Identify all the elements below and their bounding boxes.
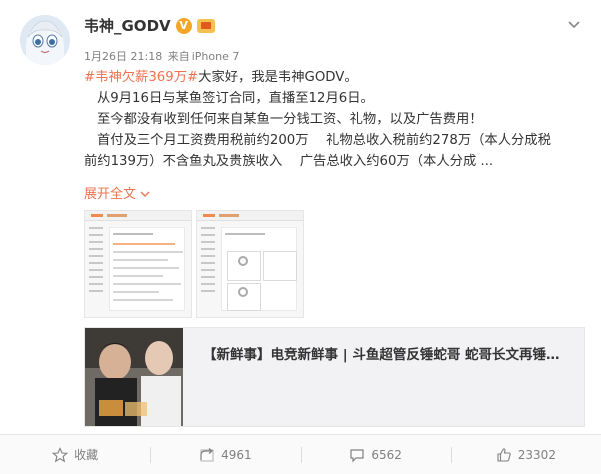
favorite-button[interactable]: 收藏 — [0, 435, 150, 474]
post-timestamp[interactable]: 1月26日 21:18 — [84, 50, 162, 63]
weibo-post-card: 韦神_GODV V 1月26日 21:18 来自 iPhone 7 #韦神欠薪36… — [0, 0, 601, 474]
post-actions-bar: 收藏 4961 6562 23302 — [0, 434, 601, 474]
post-source: iPhone 7 — [191, 50, 240, 63]
expand-full-text-link[interactable]: 展开全文 — [84, 183, 150, 202]
content-line-4: 首付及三个月工资费用税前约200万 礼物总收入税前约278万（本人分成税 — [97, 133, 551, 148]
repost-icon — [199, 447, 215, 463]
author-name[interactable]: 韦神_GODV — [84, 15, 171, 36]
link-card-title[interactable]: 【新鲜事】电竞新鲜事 | 斗鱼超管反锤蛇哥 蛇哥长文再锤… — [203, 343, 560, 363]
post-images — [84, 210, 304, 318]
post-meta: 1月26日 21:18 来自 iPhone 7 — [84, 48, 239, 64]
content-line-2: 从9月16日与某鱼签订合同，直播至12月6日。 — [97, 91, 374, 106]
comment-count: 6562 — [371, 447, 402, 462]
post-image-2[interactable] — [196, 210, 304, 318]
star-icon — [52, 446, 69, 463]
link-card-thumbnail — [85, 328, 183, 426]
source-prefix: 来自 — [167, 50, 190, 63]
repost-count: 4961 — [221, 447, 252, 462]
chevron-down-icon — [140, 187, 150, 202]
hashtag-link[interactable]: #韦神欠薪369万# — [84, 70, 198, 85]
like-count: 23302 — [517, 447, 556, 462]
vip-badge-icon — [196, 18, 215, 33]
author-row: 韦神_GODV V — [84, 15, 215, 36]
content-line-3: 至今都没有收到任何来自某鱼一分钱工资、礼物，以及广告费用！ — [97, 112, 483, 127]
favorite-label: 收藏 — [74, 448, 99, 462]
post-image-1[interactable] — [84, 210, 192, 318]
avatar[interactable] — [20, 15, 70, 65]
repost-button[interactable]: 4961 — [150, 435, 300, 474]
like-button[interactable]: 23302 — [450, 435, 601, 474]
post-content: #韦神欠薪369万#大家好，我是韦神GODV。 从9月16日与某鱼签订合同，直播… — [84, 67, 584, 172]
content-line-1: 大家好，我是韦神GODV。 — [198, 70, 358, 85]
verified-badge-icon: V — [175, 17, 192, 34]
comment-button[interactable]: 6562 — [300, 435, 451, 474]
comment-icon — [349, 447, 365, 463]
post-menu-chevron-icon[interactable] — [567, 18, 581, 32]
thumbs-up-icon — [496, 447, 512, 463]
expand-label: 展开全文 — [84, 187, 137, 202]
content-line-5: 前约139万）不含鱼丸及贵族收入 广告总收入约60万（本人分成 ... — [84, 154, 494, 169]
shared-link-card[interactable]: 【新鲜事】电竞新鲜事 | 斗鱼超管反锤蛇哥 蛇哥长文再锤… — [84, 327, 585, 427]
